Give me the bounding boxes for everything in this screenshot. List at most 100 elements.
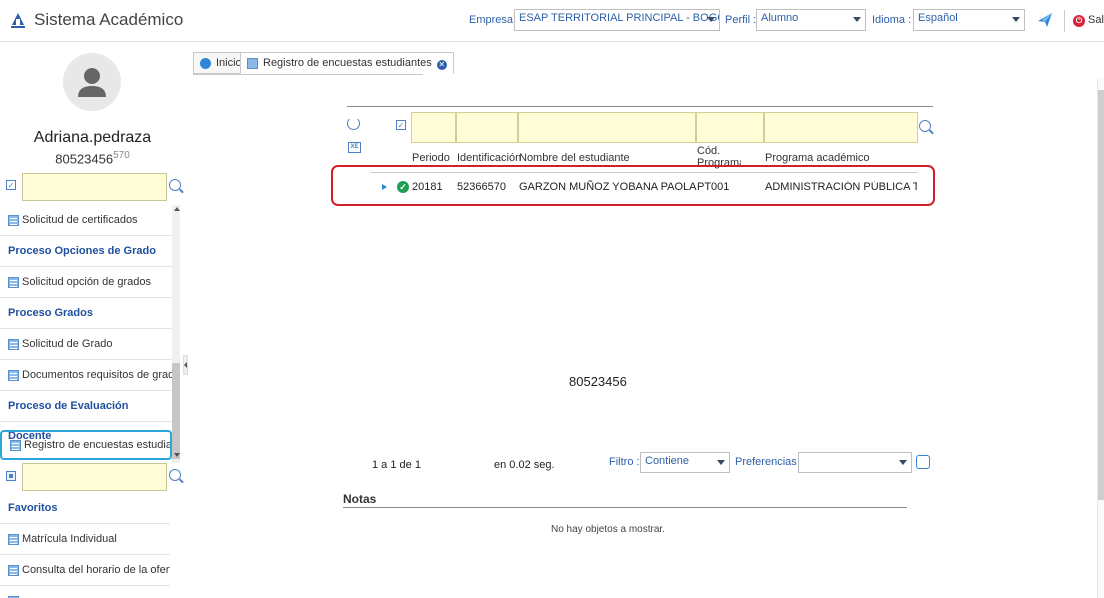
empresa-label: Empresa : bbox=[469, 14, 520, 26]
app-logo-icon bbox=[11, 13, 25, 28]
preferences-select[interactable] bbox=[798, 452, 912, 473]
document-icon bbox=[8, 370, 19, 381]
favorite-item-matricula[interactable]: Matrícula Individual bbox=[0, 524, 170, 555]
document-icon bbox=[8, 215, 19, 226]
sidebar-item-solicitud-certificados[interactable]: Solicitud de certificados bbox=[0, 205, 172, 236]
document-icon bbox=[247, 58, 258, 69]
favorites-header[interactable]: Favoritos bbox=[0, 493, 170, 524]
preferences-label: Preferencias : bbox=[735, 456, 803, 468]
filter-identificacion[interactable] bbox=[456, 112, 518, 143]
sidebar-item-solicitud-grado[interactable]: Solicitud de Grado bbox=[0, 329, 172, 360]
sidebar-header-evaluacion-docente[interactable]: Proceso de Evaluación Docente bbox=[0, 391, 172, 442]
chevron-down-icon bbox=[717, 460, 725, 465]
sidebar-header-opciones-grado[interactable]: Proceso Opciones de Grado bbox=[0, 236, 172, 267]
user-id-suffix: 570 bbox=[113, 150, 130, 161]
sidebar-item-documentos-requisitos[interactable]: Documentos requisitos de grado bbox=[0, 360, 172, 391]
bird-icon[interactable] bbox=[1036, 11, 1054, 29]
scroll-down-icon[interactable] bbox=[174, 453, 180, 457]
tab-registro-encuestas[interactable]: Registro de encuestas estudiantes ✕ bbox=[240, 52, 454, 74]
menu-filter-check-icon[interactable]: ✓ bbox=[6, 180, 16, 190]
favorites-toggle-icon[interactable] bbox=[6, 471, 16, 481]
user-name: Adriana.pedraza bbox=[33, 129, 152, 146]
filter-value: Contiene bbox=[645, 455, 690, 467]
sidebar: Adriana.pedraza 80523456570 ✓ Solicitud … bbox=[0, 43, 185, 598]
sidebar-item-label: Solicitud opción de grados bbox=[22, 276, 152, 288]
top-bar: Sistema Académico Empresa : ESAP TERRITO… bbox=[0, 0, 1104, 42]
chevron-down-icon bbox=[899, 460, 907, 465]
document-icon bbox=[10, 440, 21, 451]
chevron-down-icon bbox=[707, 17, 715, 22]
chevron-down-icon bbox=[1012, 17, 1020, 22]
menu-scroll-thumb[interactable] bbox=[172, 363, 180, 459]
watermark-text: 80523456 bbox=[569, 374, 627, 389]
menu-search-input[interactable] bbox=[22, 173, 167, 201]
user-id: 80523456570 bbox=[0, 150, 185, 166]
filter-label: Filtro : bbox=[609, 456, 640, 468]
search-icon[interactable] bbox=[169, 179, 181, 191]
perfil-label: Perfil : bbox=[725, 14, 757, 26]
sidebar-item-solicitud-opcion-grados[interactable]: Solicitud opción de grados bbox=[0, 267, 172, 298]
refresh-icon[interactable] bbox=[347, 117, 360, 130]
idioma-value: Español bbox=[918, 12, 958, 24]
perfil-value: Alumno bbox=[761, 12, 799, 24]
topbar-divider bbox=[1064, 10, 1065, 32]
pager-range: 1 a 1 de 1 bbox=[372, 459, 421, 471]
close-icon[interactable]: ✕ bbox=[436, 60, 447, 70]
save-preferences-icon[interactable] bbox=[916, 455, 930, 469]
check-icon[interactable]: ✓ bbox=[396, 120, 406, 130]
perfil-select[interactable]: Alumno bbox=[756, 9, 866, 31]
main-scroll-thumb[interactable] bbox=[1098, 90, 1104, 500]
grid-top-border bbox=[347, 106, 933, 107]
document-icon bbox=[8, 565, 19, 576]
column-header-identificacion[interactable]: Identificación bbox=[457, 152, 521, 164]
document-icon bbox=[8, 534, 19, 545]
notes-title: Notas bbox=[343, 492, 377, 506]
avatar bbox=[63, 53, 121, 111]
filter-periodo[interactable] bbox=[411, 112, 456, 143]
export-icon[interactable]: XE bbox=[348, 142, 361, 153]
empresa-value: ESAP TERRITORIAL PRINCIPAL - BOGOTA bbox=[519, 12, 720, 24]
search-icon[interactable] bbox=[919, 120, 931, 132]
column-header-nombre[interactable]: Nombre del estudiante bbox=[519, 152, 630, 164]
sidebar-collapse-handle[interactable] bbox=[183, 355, 188, 375]
idioma-select[interactable]: Español bbox=[913, 9, 1025, 31]
tab-baseline bbox=[193, 74, 423, 75]
column-header-programa[interactable]: Programa académico bbox=[765, 152, 870, 164]
app-title: Sistema Académico bbox=[34, 10, 184, 29]
scroll-up-icon[interactable] bbox=[174, 207, 180, 211]
favorites-search-input[interactable] bbox=[22, 463, 167, 491]
favorite-item-label: Consulta del horario de la oferta bbox=[22, 564, 170, 576]
sidebar-header-grados[interactable]: Proceso Grados bbox=[0, 298, 172, 329]
chevron-down-icon bbox=[853, 17, 861, 22]
favorite-item-horario[interactable]: Consulta del horario de la oferta bbox=[0, 555, 170, 586]
sidebar-item-registro-encuestas[interactable]: Registro de encuestas estudiantes bbox=[0, 430, 172, 460]
search-icon[interactable] bbox=[169, 469, 181, 481]
logout-label[interactable]: Sal bbox=[1088, 14, 1104, 26]
pager-time: en 0.02 seg. bbox=[494, 459, 555, 471]
avatar-icon bbox=[78, 68, 106, 97]
logout-icon[interactable]: ⏻ bbox=[1073, 15, 1085, 27]
tab-label: Registro de encuestas estudiantes bbox=[263, 57, 432, 69]
favorite-item-label: Matrícula Individual bbox=[22, 533, 117, 545]
sidebar-item-label: Documentos requisitos de grado bbox=[22, 369, 172, 381]
favorite-item-partial[interactable] bbox=[0, 586, 170, 598]
sidebar-item-label: Solicitud de Grado bbox=[22, 338, 113, 350]
menu-list: Solicitud de certificados Proceso Opcion… bbox=[0, 205, 172, 463]
sidebar-item-label: Solicitud de certificados bbox=[22, 214, 138, 226]
tab-label: Inicio bbox=[216, 57, 242, 69]
filter-nombre[interactable] bbox=[518, 112, 696, 143]
filter-programa[interactable] bbox=[764, 112, 918, 143]
sidebar-item-label: Registro de encuestas estudiantes bbox=[24, 439, 172, 451]
grid-filter-row: ✓ bbox=[370, 112, 918, 143]
empresa-select[interactable]: ESAP TERRITORIAL PRINCIPAL - BOGOTA bbox=[514, 9, 720, 31]
notes-empty-message: No hay objetos a mostrar. bbox=[551, 524, 665, 535]
filter-cod-programa[interactable] bbox=[696, 112, 764, 143]
filter-select[interactable]: Contiene bbox=[640, 452, 730, 473]
notes-divider bbox=[343, 507, 907, 508]
user-id-number: 80523456 bbox=[55, 151, 114, 167]
document-icon bbox=[8, 339, 19, 350]
home-icon bbox=[200, 58, 211, 69]
idioma-label: Idioma : bbox=[872, 14, 912, 26]
column-header-periodo[interactable]: Periodo bbox=[412, 152, 450, 164]
grid-pager: 1 a 1 de 1 en 0.02 seg. Filtro : Contien… bbox=[343, 449, 933, 477]
